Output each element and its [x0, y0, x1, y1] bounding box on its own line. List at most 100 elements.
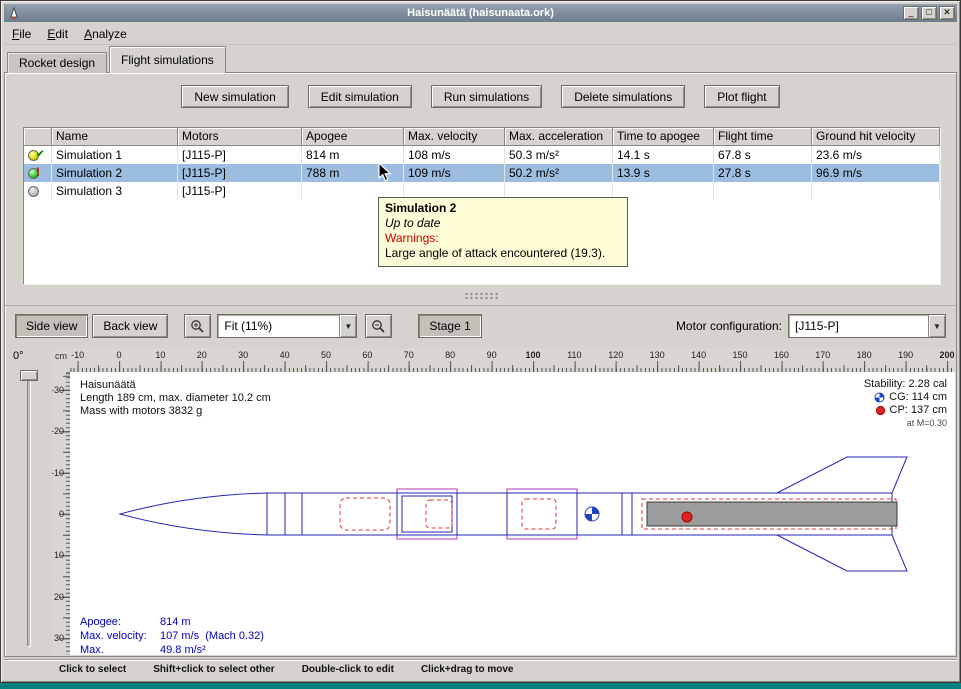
tab-rocket-design[interactable]: Rocket design	[7, 52, 107, 73]
sim3-name: Simulation 3	[52, 182, 178, 200]
motor-configuration-combo[interactable]: [J115-P] ▼	[788, 314, 946, 338]
flight-data: Apogee: 814 m Max. velocity: 107 m/s (Ma…	[80, 615, 264, 655]
max-acceleration-label: Max. acceleration:	[80, 643, 160, 655]
close-button[interactable]: ✕	[939, 6, 955, 20]
fin-lower[interactable]	[777, 535, 907, 571]
vertical-ruler: -30-20-100102030	[52, 372, 70, 655]
window-title: Haisunäätä (haisunaata.ork)	[4, 7, 957, 19]
column-header-motors[interactable]: Motors	[178, 128, 302, 146]
body-tube-forward[interactable]	[267, 493, 397, 535]
zoom-in-button[interactable]	[184, 314, 211, 338]
chevron-down-icon: ▼	[339, 315, 356, 337]
body-tube-mid[interactable]	[457, 493, 507, 535]
tabbar: Rocket design Flight simulations	[7, 47, 228, 73]
rocket-mass: Mass with motors 3832 g	[80, 405, 271, 418]
splitter-handle[interactable]	[464, 292, 498, 299]
v-ruler-label: 0	[59, 509, 64, 519]
h-ruler-label: 40	[280, 350, 290, 360]
view-toolbar: Side view Back view Fit (11%) ▼	[5, 312, 956, 340]
v-ruler-label: 30	[54, 633, 64, 643]
hint-double-click: Double-click to edit	[302, 664, 394, 675]
column-header-max-acceleration[interactable]: Max. acceleration	[505, 128, 613, 146]
maximize-button[interactable]: □	[921, 6, 937, 20]
sim2-name: Simulation 2	[52, 164, 178, 182]
menu-edit[interactable]: Edit	[39, 24, 76, 44]
plot-flight-button[interactable]: Plot flight	[704, 85, 779, 108]
rocket-dimensions: Length 189 cm, max. diameter 10.2 cm	[80, 392, 271, 405]
h-ruler-label: 30	[238, 350, 248, 360]
hint-shift-click: Shift+click to select other	[153, 664, 274, 675]
column-header-ground-hit-velocity[interactable]: Ground hit velocity	[812, 128, 940, 146]
cg-icon	[874, 392, 885, 403]
tab-flight-simulations[interactable]: Flight simulations	[109, 46, 226, 73]
mach-readout: at M=0.30	[864, 417, 947, 430]
stage-1-toggle[interactable]: Stage 1	[418, 314, 481, 338]
h-ruler-label: 90	[487, 350, 497, 360]
cg-marker	[585, 507, 599, 521]
hint-drag: Click+drag to move	[421, 664, 514, 675]
h-ruler-label: 80	[445, 350, 455, 360]
column-header-apogee[interactable]: Apogee	[302, 128, 404, 146]
rocket-canvas[interactable]: Haisunäätä Length 189 cm, max. diameter …	[70, 372, 955, 655]
zoom-level-combo[interactable]: Fit (11%) ▼	[217, 314, 357, 338]
column-header-max-velocity[interactable]: Max. velocity	[404, 128, 505, 146]
menu-file[interactable]: File	[4, 24, 39, 44]
sim2-flight-time: 27.8 s	[714, 164, 812, 182]
rotation-strip: 0°	[6, 348, 52, 655]
simulation-button-row: New simulation Edit simulation Run simul…	[5, 85, 956, 108]
app-window: Haisunäätä (haisunaata.ork) _ □ ✕ File E…	[0, 0, 961, 683]
side-view-button[interactable]: Side view	[15, 314, 88, 338]
menu-analyze[interactable]: Analyze	[76, 24, 135, 44]
delete-simulations-button[interactable]: Delete simulations	[561, 85, 685, 108]
new-simulation-button[interactable]: New simulation	[181, 85, 288, 108]
table-row-simulation-2[interactable]: Simulation 2 [J115-P] 788 m 109 m/s 50.2…	[24, 164, 940, 182]
h-ruler-label: 170	[815, 350, 830, 360]
h-ruler-label: 0	[116, 350, 121, 360]
minimize-button[interactable]: _	[903, 6, 919, 20]
titlebar[interactable]: Haisunäätä (haisunaata.ork) _ □ ✕	[4, 4, 957, 22]
flight-simulations-pane: New simulation Edit simulation Run simul…	[4, 72, 957, 657]
h-ruler-label: 180	[857, 350, 872, 360]
sim1-ground-hit-velocity: 23.6 m/s	[812, 146, 940, 164]
h-ruler-label: 190	[898, 350, 913, 360]
h-ruler-label: -10	[71, 350, 84, 360]
nose-cone[interactable]	[120, 493, 267, 535]
zoom-level-value: Fit (11%)	[218, 315, 339, 337]
hint-click-select: Click to select	[59, 664, 126, 675]
column-header-flight-time[interactable]: Flight time	[714, 128, 812, 146]
table-row-simulation-1[interactable]: Simulation 1 [J115-P] 814 m 108 m/s 50.3…	[24, 146, 940, 164]
sim1-flight-time: 67.8 s	[714, 146, 812, 164]
column-header-status[interactable]	[24, 128, 52, 146]
back-view-button[interactable]: Back view	[92, 314, 168, 338]
sim3-time-to-apogee	[613, 182, 714, 200]
rocket-name: Haisunäätä	[80, 379, 271, 392]
v-ruler-label: -10	[52, 468, 64, 478]
v-ruler-label: -30	[52, 385, 64, 395]
tooltip-warnings-label: Warnings:	[385, 231, 621, 246]
h-ruler-label: 100	[525, 350, 540, 360]
motor-configuration-value: [J115-P]	[789, 315, 928, 337]
coupler-2[interactable]	[507, 489, 577, 539]
parachute[interactable]	[340, 498, 390, 530]
rotation-slider-handle[interactable]	[20, 370, 38, 381]
h-ruler-label: 120	[608, 350, 623, 360]
stability-info: Stability: 2.28 cal CG: 114 cm	[864, 378, 947, 430]
sim1-max-acceleration: 50.3 m/s²	[505, 146, 613, 164]
rotation-slider-track[interactable]	[27, 372, 31, 647]
cg-readout: CG: 114 cm	[864, 391, 947, 404]
zoom-in-icon	[190, 319, 205, 334]
column-header-name[interactable]: Name	[52, 128, 178, 146]
edit-simulation-button[interactable]: Edit simulation	[308, 85, 412, 108]
stability-value: Stability: 2.28 cal	[864, 378, 947, 391]
horizontal-ruler: -100102030405060708090100110120130140150…	[70, 348, 955, 372]
fin-upper[interactable]	[777, 457, 907, 493]
sim1-max-velocity: 108 m/s	[404, 146, 505, 164]
simulation-tooltip: Simulation 2 Up to date Warnings: Large …	[378, 197, 628, 267]
sim3-ground-hit-velocity	[812, 182, 940, 200]
max-acceleration-value: 49.8 m/s²	[160, 643, 206, 655]
zoom-out-button[interactable]	[365, 314, 392, 338]
column-header-time-to-apogee[interactable]: Time to apogee	[613, 128, 714, 146]
run-simulations-button[interactable]: Run simulations	[431, 85, 542, 108]
h-ruler-label: 160	[774, 350, 789, 360]
sim2-time-to-apogee: 13.9 s	[613, 164, 714, 182]
